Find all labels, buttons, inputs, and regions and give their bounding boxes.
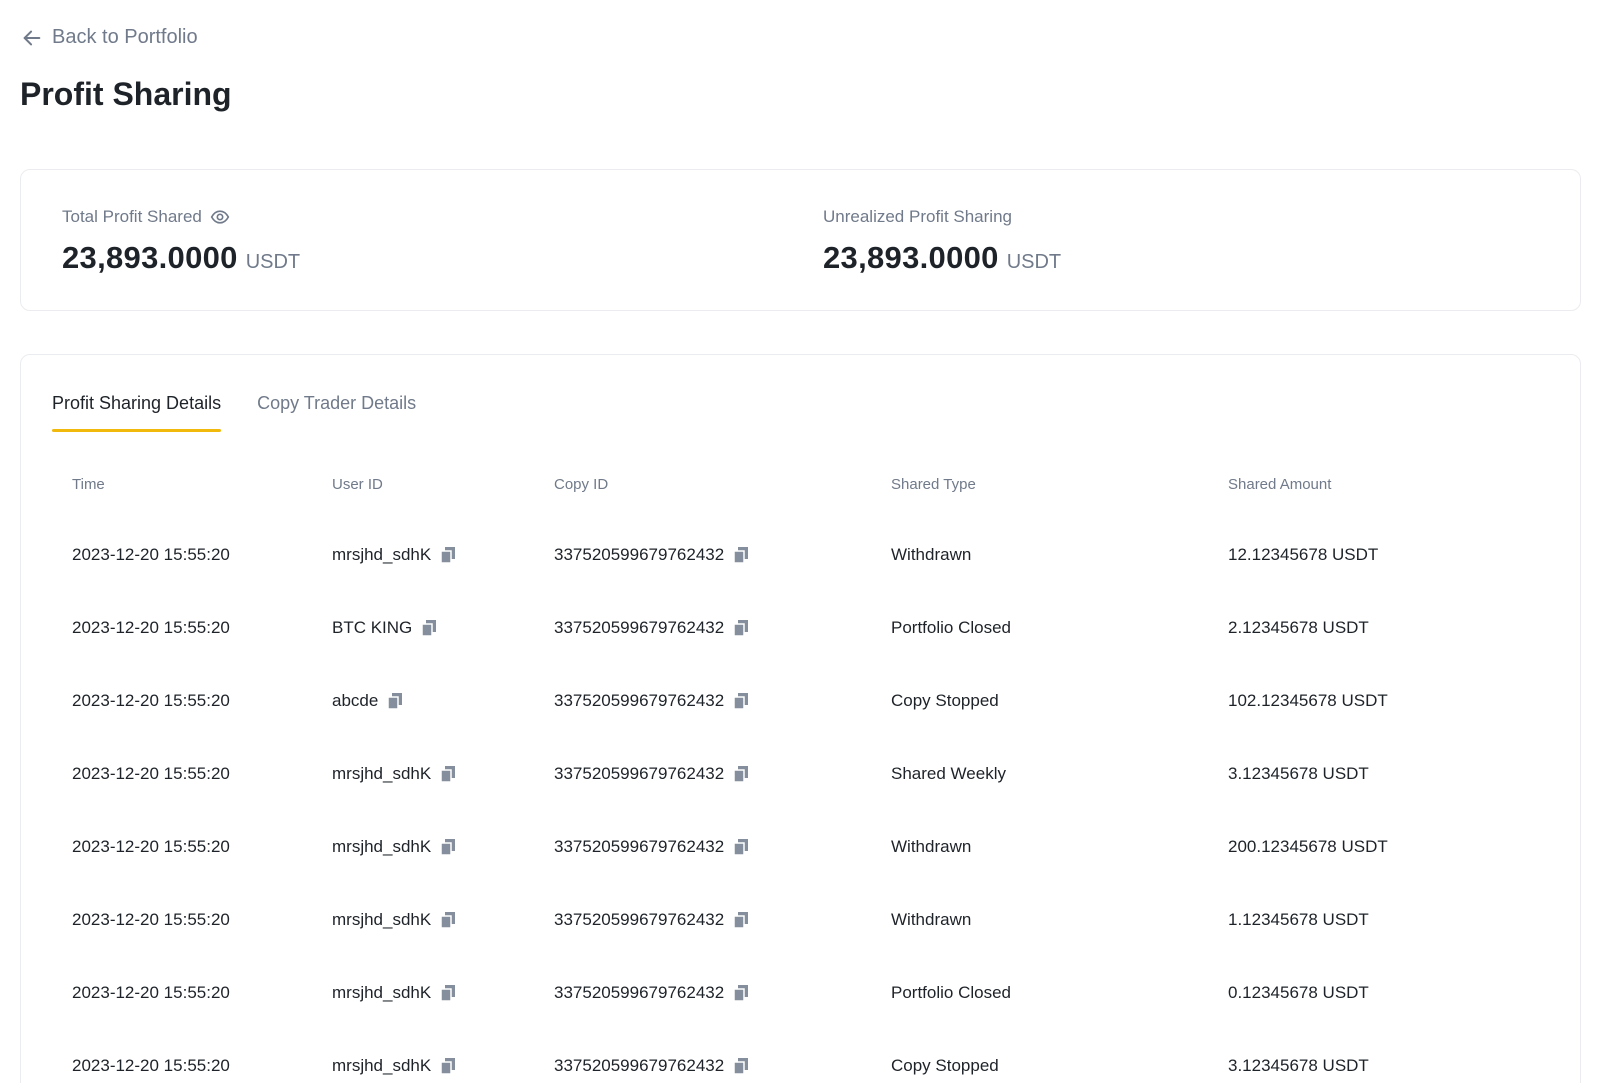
cell-shared-type: Shared Weekly bbox=[891, 763, 1006, 783]
cell-time: 2023-12-20 15:55:20 bbox=[72, 836, 230, 856]
unrealized-profit-sharing-unit: USDT bbox=[1006, 251, 1062, 273]
copy-icon[interactable] bbox=[441, 1057, 456, 1074]
details-card: Profit Sharing Details Copy Trader Detai… bbox=[20, 354, 1581, 1083]
copy-icon[interactable] bbox=[734, 911, 749, 928]
cell-copy-id: 337520599679762432 bbox=[554, 909, 725, 929]
back-link-label: Back to Portfolio bbox=[52, 26, 198, 48]
cell-copy-id: 337520599679762432 bbox=[554, 617, 725, 637]
cell-shared-amount: 12.12345678 USDT bbox=[1228, 544, 1379, 564]
cell-user-id: abcde bbox=[332, 690, 379, 710]
column-header-copy-id: Copy ID bbox=[554, 475, 609, 493]
tab-copy-trader-details[interactable]: Copy Trader Details bbox=[257, 393, 416, 432]
cell-user-id: mrsjhd_sdhK bbox=[332, 909, 432, 929]
column-header-time: Time bbox=[72, 475, 105, 493]
copy-icon[interactable] bbox=[734, 838, 749, 855]
cell-shared-type: Withdrawn bbox=[891, 544, 972, 564]
copy-icon[interactable] bbox=[734, 692, 749, 709]
total-profit-shared: Total Profit Shared 23,893.0000 USDT bbox=[62, 206, 300, 276]
cell-user-id: BTC KING bbox=[332, 617, 413, 637]
table-row: 2023-12-20 15:55:20 mrsjhd_sdhK 33752059… bbox=[72, 737, 1532, 810]
tab-profit-sharing-details[interactable]: Profit Sharing Details bbox=[52, 393, 222, 432]
cell-shared-type: Copy Stopped bbox=[891, 1055, 999, 1075]
table-row: 2023-12-20 15:55:20 mrsjhd_sdhK 33752059… bbox=[72, 1029, 1532, 1083]
copy-icon[interactable] bbox=[441, 838, 456, 855]
table-body: 2023-12-20 15:55:20 mrsjhd_sdhK 33752059… bbox=[72, 518, 1532, 1083]
copy-icon[interactable] bbox=[441, 765, 456, 782]
column-header-shared-amount: Shared Amount bbox=[1228, 475, 1332, 493]
total-profit-shared-unit: USDT bbox=[245, 251, 301, 273]
table-row: 2023-12-20 15:55:20 mrsjhd_sdhK 33752059… bbox=[72, 810, 1532, 883]
cell-user-id: mrsjhd_sdhK bbox=[332, 982, 432, 1002]
cell-copy-id: 337520599679762432 bbox=[554, 544, 725, 564]
back-to-portfolio-link[interactable]: Back to Portfolio bbox=[21, 26, 198, 49]
profit-sharing-table: Time User ID Copy ID Shared Type Shared … bbox=[72, 473, 1532, 1083]
cell-copy-id: 337520599679762432 bbox=[554, 763, 725, 783]
table-row: 2023-12-20 15:55:20 mrsjhd_sdhK 33752059… bbox=[72, 956, 1532, 1029]
cell-copy-id: 337520599679762432 bbox=[554, 982, 725, 1002]
copy-icon[interactable] bbox=[441, 911, 456, 928]
copy-icon[interactable] bbox=[734, 619, 749, 636]
cell-shared-amount: 3.12345678 USDT bbox=[1228, 1055, 1369, 1075]
table-row: 2023-12-20 15:55:20 mrsjhd_sdhK 33752059… bbox=[72, 518, 1532, 591]
cell-time: 2023-12-20 15:55:20 bbox=[72, 763, 230, 783]
unrealized-profit-sharing-label: Unrealized Profit Sharing bbox=[823, 207, 1012, 226]
table-row: 2023-12-20 15:55:20 BTC KING 33752059967… bbox=[72, 591, 1532, 664]
copy-icon[interactable] bbox=[734, 546, 749, 563]
unrealized-profit-sharing: Unrealized Profit Sharing 23,893.0000 US… bbox=[823, 206, 1061, 276]
tab-bar: Profit Sharing Details Copy Trader Detai… bbox=[52, 393, 416, 432]
copy-icon[interactable] bbox=[388, 692, 403, 709]
cell-shared-amount: 0.12345678 USDT bbox=[1228, 982, 1369, 1002]
cell-shared-amount: 200.12345678 USDT bbox=[1228, 836, 1388, 856]
table-row: 2023-12-20 15:55:20 abcde 33752059967976… bbox=[72, 664, 1532, 737]
cell-shared-type: Portfolio Closed bbox=[891, 617, 1012, 637]
copy-icon[interactable] bbox=[441, 546, 456, 563]
column-header-user-id: User ID bbox=[332, 475, 383, 493]
cell-copy-id: 337520599679762432 bbox=[554, 836, 725, 856]
cell-user-id: mrsjhd_sdhK bbox=[332, 836, 432, 856]
cell-shared-amount: 102.12345678 USDT bbox=[1228, 690, 1388, 710]
cell-user-id: mrsjhd_sdhK bbox=[332, 763, 432, 783]
profit-summary-card: Total Profit Shared 23,893.0000 USDT Unr… bbox=[20, 169, 1581, 311]
eye-icon[interactable] bbox=[210, 207, 230, 227]
cell-user-id: mrsjhd_sdhK bbox=[332, 1055, 432, 1075]
cell-shared-type: Portfolio Closed bbox=[891, 982, 1012, 1002]
unrealized-profit-sharing-value: 23,893.0000 bbox=[823, 240, 999, 275]
cell-time: 2023-12-20 15:55:20 bbox=[72, 617, 230, 637]
total-profit-shared-label: Total Profit Shared bbox=[62, 207, 202, 226]
cell-user-id: mrsjhd_sdhK bbox=[332, 544, 432, 564]
copy-icon[interactable] bbox=[734, 1057, 749, 1074]
copy-icon[interactable] bbox=[441, 984, 456, 1001]
cell-shared-type: Withdrawn bbox=[891, 836, 972, 856]
cell-copy-id: 337520599679762432 bbox=[554, 1055, 725, 1075]
copy-icon[interactable] bbox=[422, 619, 437, 636]
arrow-left-icon bbox=[23, 30, 41, 45]
cell-time: 2023-12-20 15:55:20 bbox=[72, 909, 230, 929]
cell-shared-amount: 3.12345678 USDT bbox=[1228, 763, 1369, 783]
cell-shared-type: Withdrawn bbox=[891, 909, 972, 929]
table-header: Time User ID Copy ID Shared Type Shared … bbox=[72, 473, 1532, 495]
cell-time: 2023-12-20 15:55:20 bbox=[72, 982, 230, 1002]
page-title: Profit Sharing bbox=[20, 76, 232, 112]
cell-time: 2023-12-20 15:55:20 bbox=[72, 1055, 230, 1075]
cell-time: 2023-12-20 15:55:20 bbox=[72, 544, 230, 564]
cell-copy-id: 337520599679762432 bbox=[554, 690, 725, 710]
cell-shared-type: Copy Stopped bbox=[891, 690, 999, 710]
copy-icon[interactable] bbox=[734, 765, 749, 782]
column-header-shared-type: Shared Type bbox=[891, 475, 976, 493]
cell-time: 2023-12-20 15:55:20 bbox=[72, 690, 230, 710]
total-profit-shared-value: 23,893.0000 bbox=[62, 240, 238, 275]
cell-shared-amount: 1.12345678 USDT bbox=[1228, 909, 1369, 929]
table-row: 2023-12-20 15:55:20 mrsjhd_sdhK 33752059… bbox=[72, 883, 1532, 956]
cell-shared-amount: 2.12345678 USDT bbox=[1228, 617, 1369, 637]
copy-icon[interactable] bbox=[734, 984, 749, 1001]
